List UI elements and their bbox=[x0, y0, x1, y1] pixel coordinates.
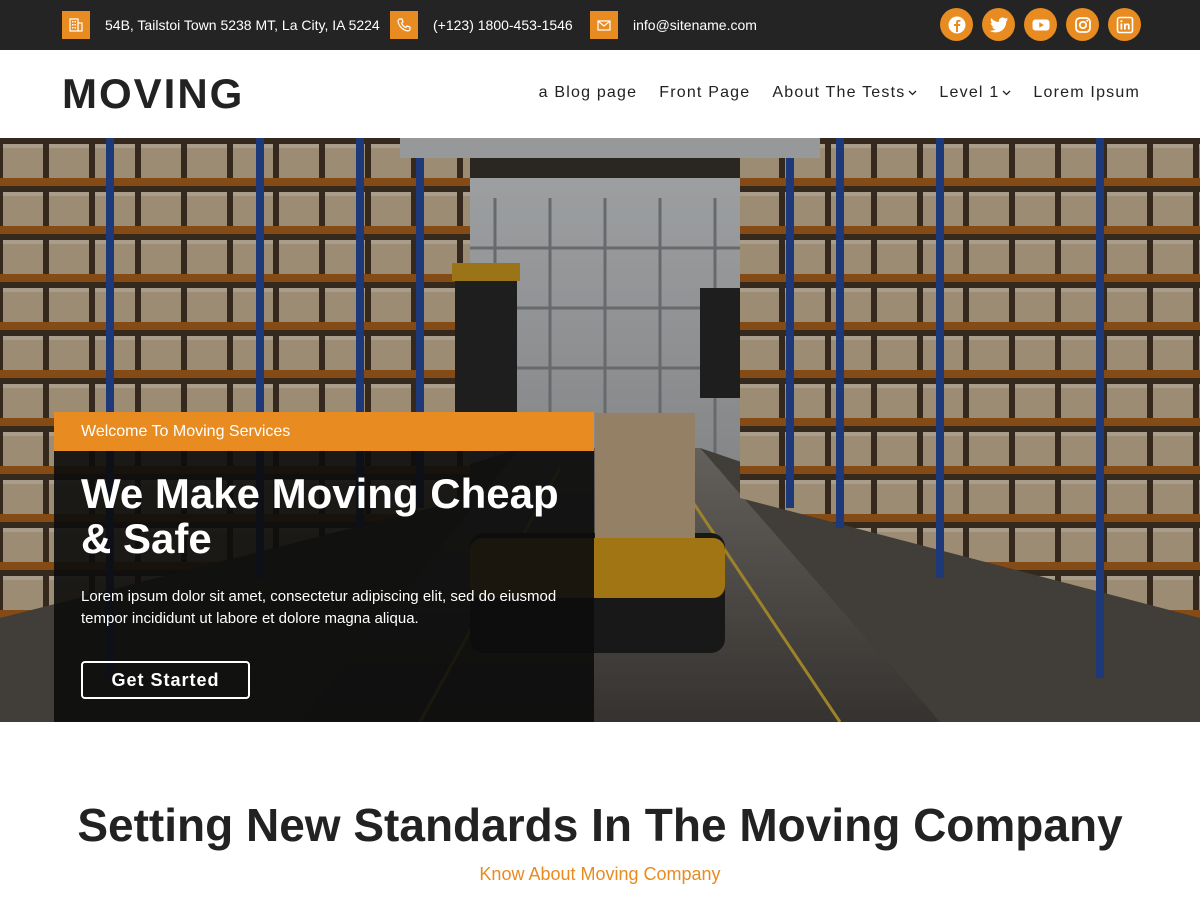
top-bar: 54B, Tailstoi Town 5238 MT, La City, IA … bbox=[0, 0, 1200, 50]
email-info[interactable]: info@sitename.com bbox=[590, 11, 757, 39]
phone-text[interactable]: (+123) 1800-453-1546 bbox=[433, 17, 573, 33]
site-header: MOVING a Blog page Front Page About The … bbox=[0, 50, 1200, 138]
hero-content-box: We Make Moving Cheap & Safe Lorem ipsum … bbox=[54, 451, 594, 722]
address-info: 54B, Tailstoi Town 5238 MT, La City, IA … bbox=[62, 11, 380, 39]
facebook-icon[interactable] bbox=[940, 8, 973, 41]
nav-item-front-page[interactable]: Front Page bbox=[659, 84, 750, 102]
nav-label: About The Tests bbox=[772, 84, 906, 101]
section-title: Setting New Standards In The Moving Comp… bbox=[77, 799, 1123, 851]
email-text[interactable]: info@sitename.com bbox=[633, 17, 757, 33]
address-text: 54B, Tailstoi Town 5238 MT, La City, IA … bbox=[105, 17, 380, 33]
main-nav: a Blog page Front Page About The Tests L… bbox=[539, 84, 1140, 102]
hero-banner: Welcome To Moving Services We Make Movin… bbox=[0, 138, 1200, 722]
hero-description: Lorem ipsum dolor sit amet, consectetur … bbox=[81, 588, 557, 627]
nav-item-level-1[interactable]: Level 1 bbox=[939, 84, 1011, 102]
hero-tagline: Welcome To Moving Services bbox=[54, 412, 594, 451]
site-logo[interactable]: MOVING bbox=[62, 70, 244, 118]
nav-item-about-the-tests[interactable]: About The Tests bbox=[772, 84, 917, 102]
building-icon bbox=[62, 11, 90, 39]
get-started-button[interactable]: Get Started bbox=[81, 661, 250, 699]
chevron-down-icon bbox=[908, 90, 917, 96]
phone-icon bbox=[390, 11, 418, 39]
nav-item-blog-page[interactable]: a Blog page bbox=[539, 84, 638, 102]
nav-label: Lorem Ipsum bbox=[1033, 84, 1140, 101]
nav-item-lorem-ipsum[interactable]: Lorem Ipsum bbox=[1033, 84, 1140, 102]
linkedin-icon[interactable] bbox=[1108, 8, 1141, 41]
phone-info[interactable]: (+123) 1800-453-1546 bbox=[390, 11, 573, 39]
nav-label: Front Page bbox=[659, 84, 751, 101]
section-subtitle: Know About Moving Company bbox=[479, 864, 721, 884]
nav-label: a Blog page bbox=[538, 84, 638, 101]
instagram-icon[interactable] bbox=[1066, 8, 1099, 41]
youtube-icon[interactable] bbox=[1024, 8, 1057, 41]
hero-title: We Make Moving Cheap & Safe bbox=[81, 470, 559, 562]
email-icon bbox=[590, 11, 618, 39]
nav-label: Level 1 bbox=[939, 84, 1000, 101]
chevron-down-icon bbox=[1002, 90, 1011, 96]
twitter-icon[interactable] bbox=[982, 8, 1015, 41]
